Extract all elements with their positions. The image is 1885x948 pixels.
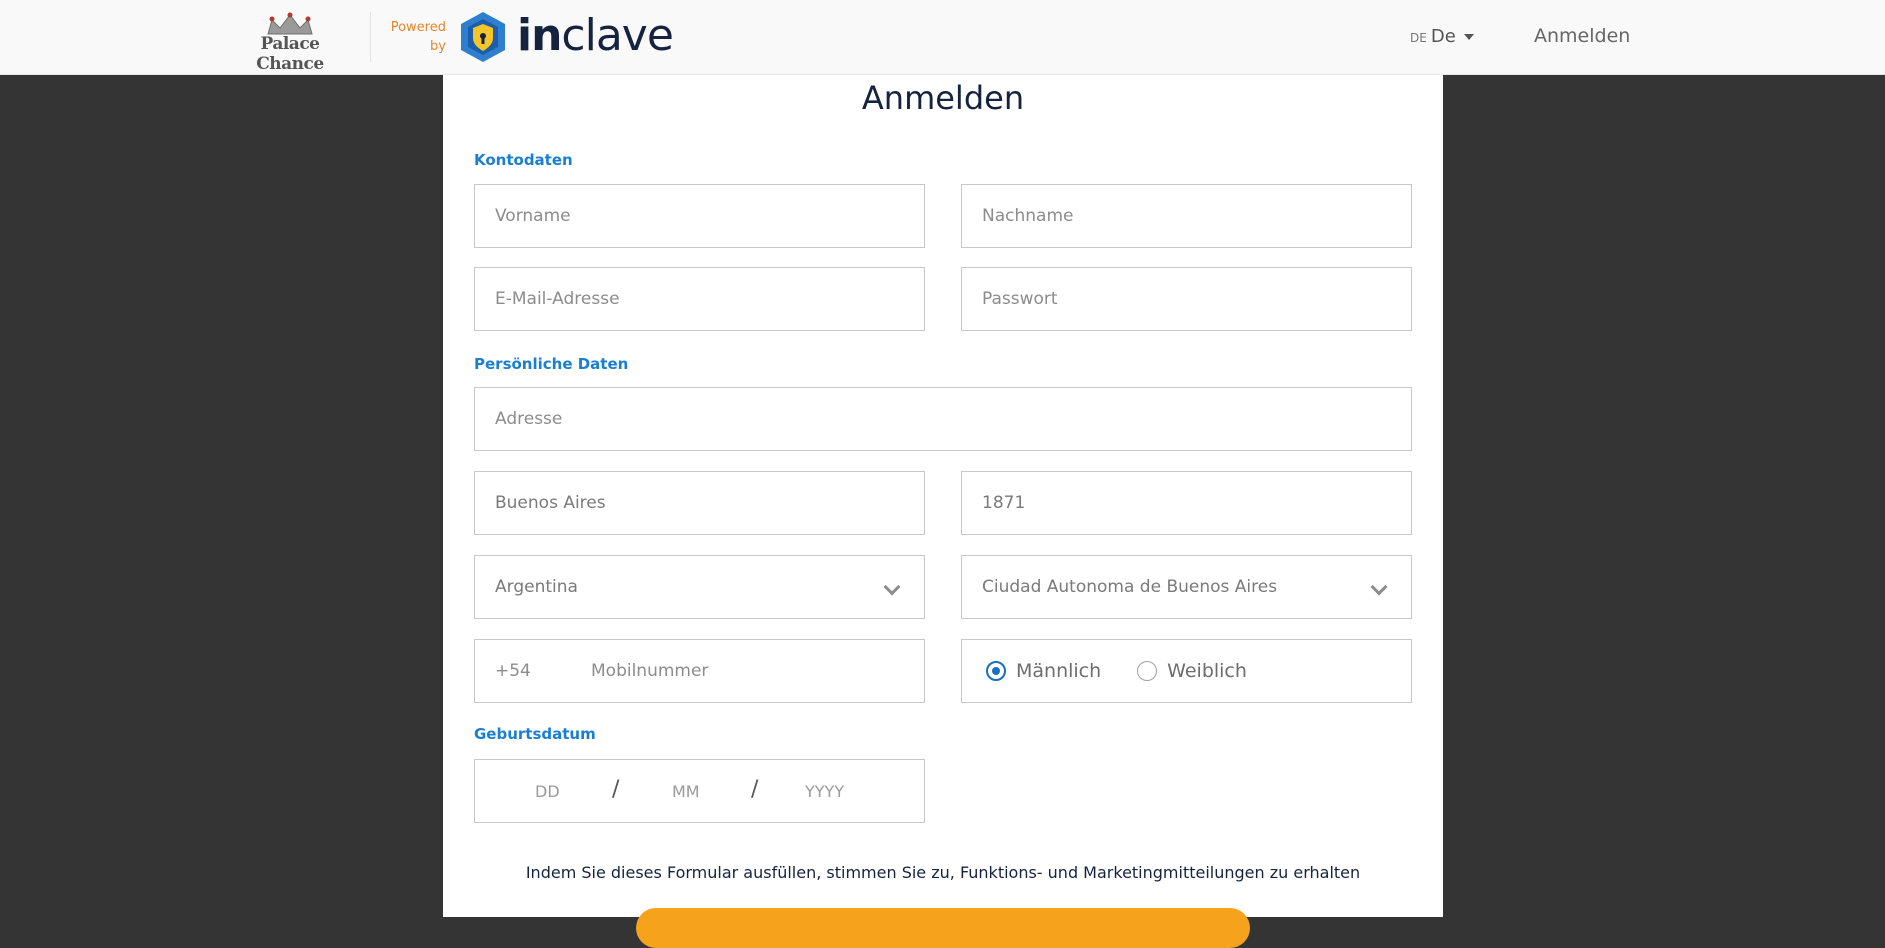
country-select[interactable]: Argentina [474,555,925,619]
inclave-logo-text[interactable]: inclave [517,10,674,61]
province-value: Ciudad Autonoma de Buenos Aires [982,577,1278,597]
signup-card: Anmelden Kontodaten Vorname Nachname E-M… [443,75,1443,948]
city-value: Buenos Aires [495,493,606,513]
powered-by-label: Powered by [390,20,446,54]
address-field[interactable]: Adresse [474,387,1412,451]
chevron-down-icon [1370,578,1388,596]
inclave-logo-in: in [517,10,562,61]
inclave-logo-clave: clave [561,10,673,61]
section-personal: Persönliche Daten [474,355,629,373]
dob-separator: / [751,777,759,802]
header-divider [370,12,371,62]
section-account: Kontodaten [474,151,573,169]
page-title: Anmelden [861,79,1025,117]
chevron-down-icon [883,578,901,596]
country-value: Argentina [495,577,578,597]
section-birthdate: Geburtsdatum [474,725,596,743]
province-select[interactable]: Ciudad Autonoma de Buenos Aires [961,555,1412,619]
language-code: DE [1410,31,1427,45]
brand-logo[interactable]: Palace Chance [228,12,352,74]
phone-country-code[interactable]: +54 [495,661,591,681]
caret-down-icon [1463,34,1474,40]
radio-selected-icon[interactable] [986,661,1006,681]
city-field[interactable]: Buenos Aires [474,471,925,535]
radio-unselected-icon[interactable] [1137,661,1158,681]
dob-year-input[interactable]: YYYY [805,782,844,801]
dob-month-input[interactable]: MM [672,782,700,801]
email-field[interactable]: E-Mail-Adresse [474,267,925,331]
language-selector[interactable]: DE De [1410,26,1474,47]
language-label: De [1430,26,1456,47]
dob-separator: / [612,777,620,802]
gender-female-option[interactable]: Weiblich [1137,660,1247,682]
header-login-link[interactable]: Anmelden [1534,25,1630,47]
consent-text: Indem Sie dieses Formular ausfüllen, sti… [525,863,1361,882]
gender-field: Männlich Weiblich [961,639,1412,703]
zip-field[interactable]: 1871 [961,471,1412,535]
birthdate-field: DD / MM / YYYY [474,759,925,823]
address-placeholder: Adresse [495,409,563,429]
top-header: Palace Chance Powered by inclave DE De An… [0,0,1885,75]
password-field[interactable]: Passwort [961,267,1412,331]
gender-male-option[interactable]: Männlich [986,660,1101,682]
password-placeholder: Passwort [982,289,1058,309]
phone-placeholder: Mobilnummer [591,661,709,681]
first-name-placeholder: Vorname [495,206,571,226]
email-placeholder: E-Mail-Adresse [495,289,620,309]
submit-button[interactable] [636,908,1250,948]
first-name-field[interactable]: Vorname [474,184,925,248]
inclave-shield-icon [461,12,505,62]
gender-male-label: Männlich [1016,660,1102,682]
phone-field[interactable]: +54 Mobilnummer [474,639,925,703]
dob-day-input[interactable]: DD [535,782,560,801]
brand-name: Palace Chance [256,34,324,74]
last-name-field[interactable]: Nachname [961,184,1412,248]
zip-value: 1871 [982,493,1026,513]
last-name-placeholder: Nachname [982,206,1074,226]
gender-female-label: Weiblich [1167,660,1247,682]
